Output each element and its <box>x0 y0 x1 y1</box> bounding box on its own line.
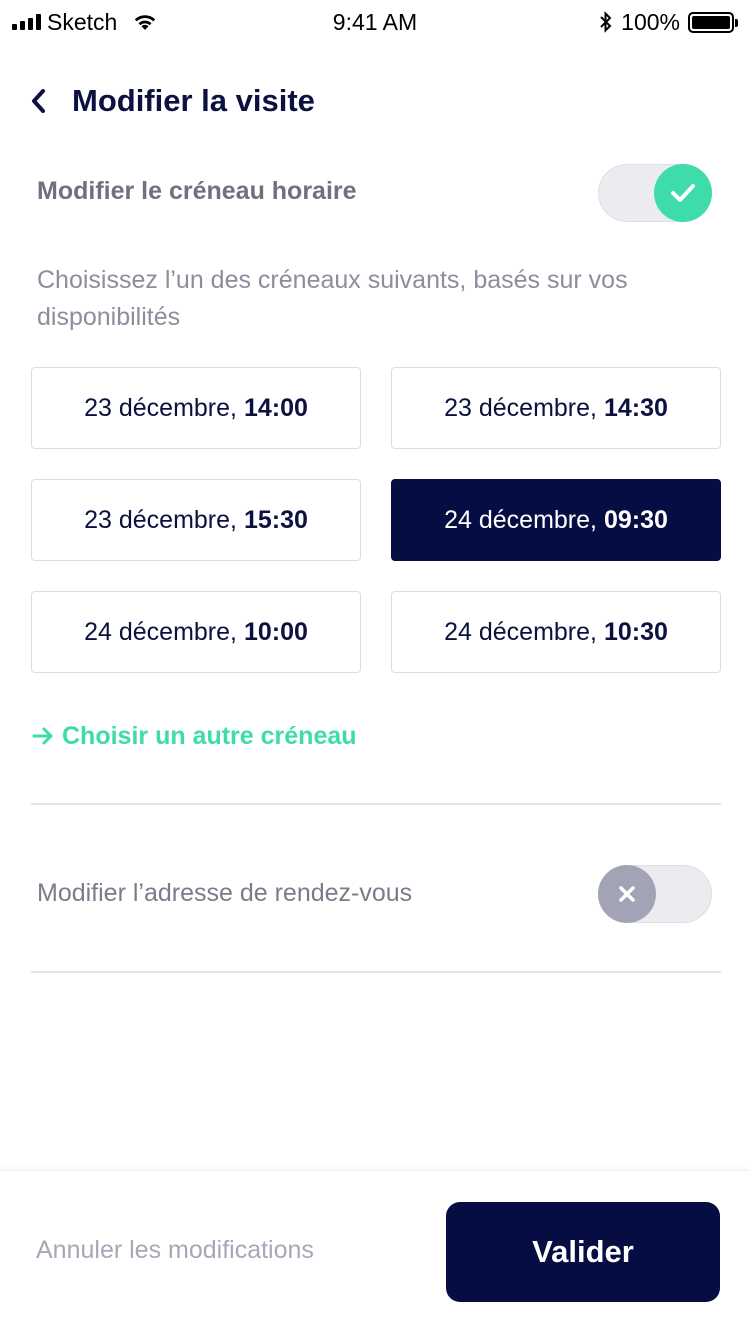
other-slot-label: Choisir un autre créneau <box>62 721 357 750</box>
battery-percent: 100% <box>621 8 680 35</box>
slot-time: 10:00 <box>243 617 308 646</box>
slot-date: 23 décembre, <box>444 393 597 422</box>
slot-option-selected[interactable]: 24 décembre, 09:30 <box>391 479 721 561</box>
status-bar-right: 100% <box>599 8 738 36</box>
slot-time: 15:30 <box>243 505 308 534</box>
other-slot-link[interactable]: Choisir un autre créneau <box>32 718 357 754</box>
battery-icon <box>688 11 738 33</box>
cancel-changes-link[interactable]: Annuler les modifications <box>36 1236 314 1265</box>
toggle-knob <box>654 164 712 222</box>
header: Modifier la visite <box>30 78 315 124</box>
slot-option[interactable]: 23 décembre, 15:30 <box>31 479 361 561</box>
toggle-knob <box>598 865 656 923</box>
divider <box>31 971 721 973</box>
page-title: Modifier la visite <box>72 83 315 118</box>
slot-option[interactable]: 24 décembre, 10:00 <box>31 591 361 673</box>
arrow-right-icon <box>32 727 53 745</box>
validate-button[interactable]: Valider <box>446 1202 720 1302</box>
slot-option[interactable]: 24 décembre, 10:30 <box>391 591 721 673</box>
close-icon <box>619 886 635 902</box>
slot-date: 23 décembre, <box>84 505 237 534</box>
slot-option[interactable]: 23 décembre, 14:00 <box>31 367 361 449</box>
slot-time: 10:30 <box>603 617 668 646</box>
divider <box>31 803 721 805</box>
slot-date: 23 décembre, <box>84 393 237 422</box>
slot-time: 09:30 <box>603 505 668 534</box>
slot-toggle-label: Modifier le créneau horaire <box>37 177 357 205</box>
slot-time: 14:30 <box>603 393 668 422</box>
slot-time: 14:00 <box>243 393 308 422</box>
slot-date: 24 décembre, <box>444 617 597 646</box>
slot-toggle[interactable] <box>598 164 712 222</box>
bluetooth-icon <box>600 11 612 33</box>
slot-option[interactable]: 23 décembre, 14:30 <box>391 367 721 449</box>
chevron-left-icon[interactable] <box>30 86 50 116</box>
address-toggle[interactable] <box>598 865 712 923</box>
slot-date: 24 décembre, <box>444 505 597 534</box>
slot-description: Choisissez l’un des créneaux suivants, b… <box>37 266 628 331</box>
address-toggle-label: Modifier l’adresse de rendez-vous <box>37 879 413 907</box>
check-icon <box>671 184 695 202</box>
slot-date: 24 décembre, <box>84 617 237 646</box>
status-bar: Sketch 9:41 AM 100% <box>0 0 750 44</box>
